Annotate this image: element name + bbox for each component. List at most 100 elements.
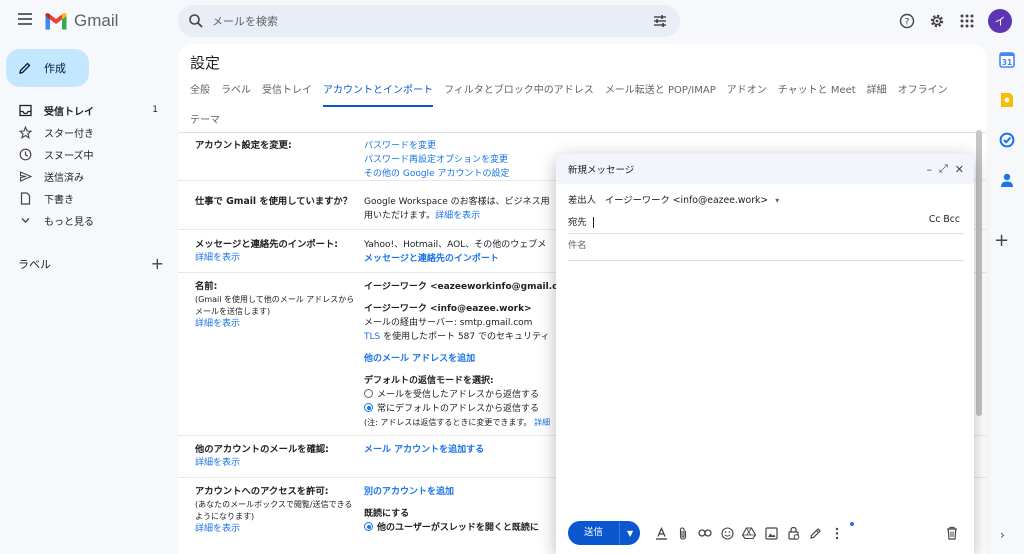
- pencil-icon: [19, 62, 31, 74]
- row-label: アカウントへのアクセスを許可:: [195, 486, 329, 497]
- search-options-icon[interactable]: [652, 13, 668, 29]
- workspace-text: Google Workspace のお客様は、ビジネス用: [364, 197, 550, 207]
- add-addon-icon[interactable]: +: [994, 230, 1009, 251]
- sidebar-nav: 受信トレイ 1 スター付き スヌーズ中 送信済み 下書き もっと見る: [0, 99, 178, 231]
- sidebar-item-label: もっと見る: [44, 216, 94, 228]
- name-learn-more-link[interactable]: 詳細を表示: [195, 318, 365, 330]
- account-avatar[interactable]: イ: [988, 9, 1012, 33]
- main-menu-icon[interactable]: [14, 10, 36, 32]
- row-sub: 詳細を表示: [195, 457, 365, 469]
- radio-label: メールを受信したアドレスから返信する: [377, 390, 540, 400]
- tab-forwarding-pop-imap[interactable]: メール転送と POP/IMAP: [605, 81, 716, 107]
- send-button[interactable]: 送信 ▼: [568, 521, 641, 545]
- row-value: メール アカウントを追加する: [364, 443, 484, 457]
- row-label: 名前:: [195, 281, 218, 292]
- calendar-icon[interactable]: 31: [997, 50, 1017, 70]
- import-text: Yahoo!、Hotmail、AOL、その他のウェブメ: [364, 240, 547, 250]
- other-google-settings-link[interactable]: その他の Google アカウントの設定: [364, 167, 509, 181]
- gmail-logo[interactable]: Gmail: [44, 11, 118, 31]
- compose-window: 新規メッセージ – ⤢ ✕ 差出人 イージーワーク <info@eazee.wo…: [556, 154, 974, 554]
- check-learn-more-link[interactable]: 詳細を表示: [195, 458, 240, 468]
- from-dropdown-icon[interactable]: ▾: [775, 196, 779, 205]
- drive-icon[interactable]: [742, 526, 757, 540]
- tab-offline[interactable]: オフライン: [898, 81, 948, 107]
- sidebar-item-drafts[interactable]: 下書き: [0, 187, 178, 209]
- sidebar-item-label: スヌーズ中: [44, 150, 94, 162]
- send-options-icon[interactable]: ▼: [620, 529, 640, 538]
- confidential-lock-icon[interactable]: [786, 526, 800, 540]
- labels-header: ラベル +: [18, 254, 164, 273]
- import-learn-more-link[interactable]: 詳細を表示: [195, 253, 240, 263]
- tls-link[interactable]: TLS: [364, 332, 380, 342]
- tasks-icon[interactable]: [997, 130, 1017, 150]
- row-value: イージーワーク <eazeeworkinfo@gmail.co イージーワーク …: [364, 280, 564, 430]
- change-password-link[interactable]: パスワードを変更: [364, 139, 509, 153]
- tab-filters[interactable]: フィルタとブロック中のアドレス: [444, 81, 594, 107]
- link-icon[interactable]: [698, 526, 712, 540]
- signature-pen-icon[interactable]: [808, 526, 822, 540]
- workspace-learn-more-link[interactable]: 詳細を表示: [435, 211, 480, 221]
- sidebar-item-label: スター付き: [44, 128, 94, 140]
- radio-label: 常にデフォルトのアドレスから返信する: [377, 404, 540, 414]
- add-label-button[interactable]: +: [151, 254, 164, 273]
- keep-icon[interactable]: [997, 90, 1017, 110]
- compose-window-controls: – ⤢ ✕: [919, 162, 964, 176]
- settings-scrollbar[interactable]: [976, 130, 982, 416]
- add-address-link[interactable]: 他のメール アドレスを追加: [364, 352, 564, 366]
- minimize-icon[interactable]: –: [926, 163, 932, 176]
- sidebar-item-more[interactable]: もっと見る: [0, 209, 178, 231]
- search-input[interactable]: [212, 14, 632, 28]
- radio-button-selected[interactable]: [364, 403, 373, 412]
- notification-dot: [850, 522, 854, 526]
- radio-button[interactable]: [364, 389, 373, 398]
- expand-icon[interactable]: ⤢: [939, 162, 948, 176]
- compose-subject-row[interactable]: [568, 240, 964, 261]
- discard-draft-icon[interactable]: [946, 526, 960, 540]
- insert-photo-icon[interactable]: [764, 526, 778, 540]
- row-label: 他のアカウントのメールを確認:: [195, 444, 329, 455]
- add-another-account-link[interactable]: 別のアカウントを追加: [364, 485, 539, 499]
- add-mail-account-link[interactable]: メール アカウントを追加する: [364, 443, 484, 457]
- tab-accounts-import[interactable]: アカウントとインポート: [323, 81, 433, 107]
- help-icon[interactable]: ?: [894, 8, 920, 34]
- reply-option-1[interactable]: メールを受信したアドレスから返信する: [364, 388, 564, 402]
- cc-bcc-button[interactable]: Cc Bcc: [929, 214, 960, 225]
- compose-header[interactable]: 新規メッセージ – ⤢ ✕: [556, 154, 974, 184]
- reply-option-2[interactable]: 常にデフォルトのアドレスから返信する: [364, 402, 564, 416]
- tab-general[interactable]: 全般: [190, 81, 210, 107]
- compose-to-row[interactable]: 宛先 Cc Bcc: [568, 214, 964, 234]
- emoji-icon[interactable]: [720, 526, 734, 540]
- tab-chat-meet[interactable]: チャットと Meet: [778, 81, 856, 107]
- search-icon[interactable]: [188, 13, 204, 29]
- sidebar-item-snoozed[interactable]: スヌーズ中: [0, 143, 178, 165]
- mark-read-option-1[interactable]: 他のユーザーがスレッドを開くと既読に: [364, 521, 539, 535]
- sidebar-item-inbox[interactable]: 受信トレイ 1: [0, 99, 178, 121]
- settings-tabs: 全般 ラベル 受信トレイ アカウントとインポート フィルタとブロック中のアドレス…: [190, 81, 980, 137]
- compose-from-row[interactable]: 差出人 イージーワーク <info@eazee.work> ▾: [568, 192, 964, 206]
- close-icon[interactable]: ✕: [955, 163, 964, 176]
- tab-advanced[interactable]: 詳細: [867, 81, 887, 107]
- tab-addons[interactable]: アドオン: [727, 81, 767, 107]
- apps-grid-icon[interactable]: [954, 8, 980, 34]
- change-recovery-link[interactable]: パスワード再設定オプションを変更: [364, 153, 509, 167]
- tab-labels[interactable]: ラベル: [221, 81, 251, 107]
- attach-icon[interactable]: [676, 526, 690, 540]
- sidebar-item-sent[interactable]: 送信済み: [0, 165, 178, 187]
- more-options-icon[interactable]: [830, 526, 844, 540]
- subject-input[interactable]: [568, 240, 964, 251]
- row-label: メッセージと連絡先のインポート:: [195, 239, 338, 250]
- chevron-right-icon[interactable]: ›: [1000, 528, 1005, 542]
- radio-button-selected[interactable]: [364, 522, 373, 531]
- reply-note-link[interactable]: 詳細: [534, 418, 550, 427]
- formatting-icon[interactable]: [654, 526, 668, 540]
- row-value: Yahoo!、Hotmail、AOL、その他のウェブメ メッセージと連絡先のイン…: [364, 238, 546, 266]
- sidebar-item-starred[interactable]: スター付き: [0, 121, 178, 143]
- settings-gear-icon[interactable]: [924, 8, 950, 34]
- tab-inbox[interactable]: 受信トレイ: [262, 81, 312, 107]
- search-bar[interactable]: [178, 5, 680, 37]
- grant-learn-more-link[interactable]: 詳細を表示: [195, 523, 365, 535]
- import-messages-link[interactable]: メッセージと連絡先のインポート: [364, 252, 546, 266]
- grant-sub-2: ようになります): [195, 512, 255, 521]
- contacts-icon[interactable]: [997, 170, 1017, 190]
- compose-button[interactable]: 作成: [6, 49, 89, 87]
